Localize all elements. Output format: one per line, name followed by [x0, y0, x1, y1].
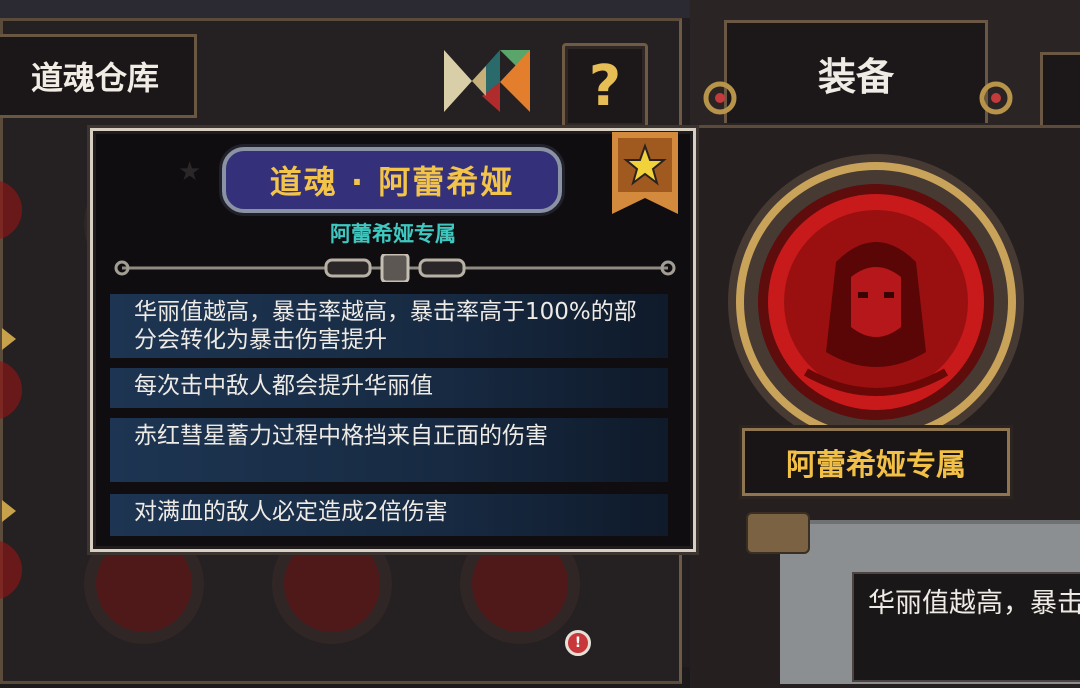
star-icon: ★ [178, 157, 202, 187]
star-icon [2, 500, 16, 522]
scroll-rod [746, 512, 810, 554]
secondary-tab[interactable] [1040, 52, 1080, 128]
soul-medal-icon [728, 154, 1024, 450]
ornament-icon [979, 81, 1013, 115]
tooltip-description-line: 对满血的敌人必定造成2倍伤害 [110, 494, 668, 536]
description-preview: 华丽值越高，暴击率高于100%… [852, 572, 1080, 682]
ornament-icon [703, 81, 737, 115]
divider [114, 254, 676, 282]
star-icon [2, 328, 16, 350]
exclusive-label: 阿蕾希娅专属 [742, 428, 1010, 496]
soul-slot[interactable] [0, 340, 22, 440]
warehouse-tab[interactable]: 道魂仓库 [0, 34, 197, 118]
tooltip-description-line: 华丽值越高，暴击率越高，暴击率高于100%的部分会转化为暴击伤害提升 [110, 294, 668, 358]
tangram-icon[interactable] [442, 46, 532, 116]
tooltip-title: 道魂 · 阿蕾希娅 [222, 147, 562, 213]
alert-icon[interactable]: ! [565, 630, 591, 656]
tooltip-description-line: 赤红彗星蓄力过程中格挡来自正面的伤害 [110, 418, 668, 482]
help-button[interactable]: ? [562, 43, 648, 129]
tooltip-exclusive-label: 阿蕾希娅专属 [330, 222, 456, 246]
favorite-bookmark-icon[interactable] [612, 132, 678, 214]
soul-slot[interactable] [0, 520, 22, 620]
soul-slot[interactable] [0, 160, 22, 260]
tooltip-description-line: 每次击中敌人都会提升华丽值 [110, 368, 668, 408]
equipment-tab[interactable]: 装备 [724, 20, 988, 123]
